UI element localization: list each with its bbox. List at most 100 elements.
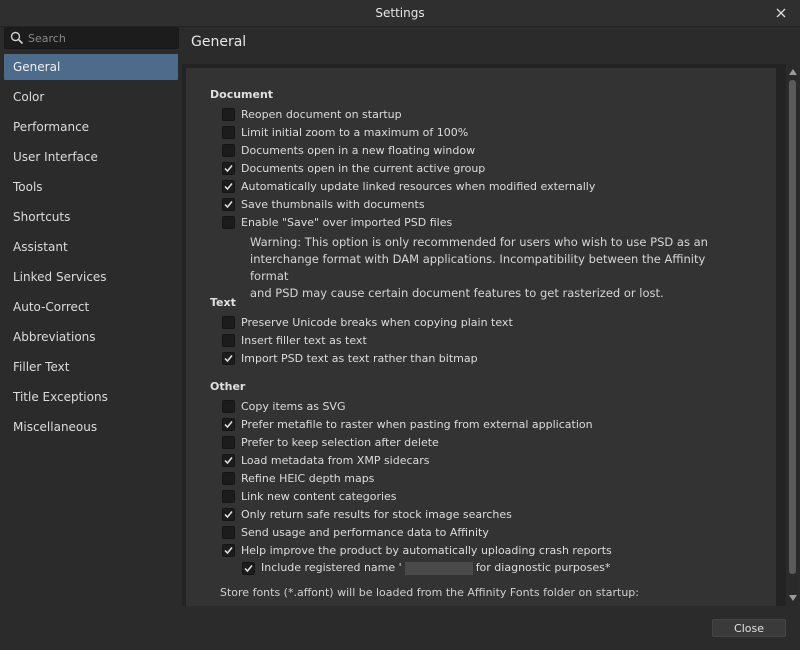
search-input[interactable] [28, 31, 168, 45]
option-filler-as-text[interactable]: Insert filler text as text [222, 332, 367, 348]
checkmark-icon [224, 546, 233, 554]
scroll-down-icon[interactable] [788, 593, 797, 602]
title-bar: Settings [0, 0, 800, 27]
sidebar-item-linked-services[interactable]: Linked Services [4, 264, 178, 290]
section-heading-other: Other [210, 380, 246, 393]
warning-line: interchange format with DAM applications… [250, 252, 706, 283]
option-enable-save-psd[interactable]: Enable "Save" over imported PSD files [222, 214, 452, 230]
checkmark-icon [224, 456, 233, 464]
section-heading-document: Document [210, 88, 274, 101]
psd-warning: Warning: This option is only recommended… [250, 234, 730, 302]
option-label: Documents open in a new floating window [241, 143, 476, 157]
option-preserve-unicode[interactable]: Preserve Unicode breaks when copying pla… [222, 314, 513, 330]
sidebar-item-assistant[interactable]: Assistant [4, 234, 178, 260]
option-label: Save thumbnails with documents [241, 197, 425, 211]
fonts-note: Store fonts (*.affont) will be loaded fr… [220, 586, 639, 599]
option-label: Send usage and performance data to Affin… [241, 525, 489, 539]
option-label: Limit initial zoom to a maximum of 100% [241, 125, 469, 139]
sidebar-item-performance[interactable]: Performance [4, 114, 178, 140]
option-include-registered-name[interactable]: Include registered name ' for diagnostic … [242, 560, 610, 576]
checkbox[interactable] [242, 561, 255, 575]
search-icon [10, 31, 24, 45]
redacted-name [404, 561, 473, 575]
option-label: Documents open in the current active gro… [241, 161, 486, 175]
checkbox[interactable] [222, 215, 235, 229]
option-label: Reopen document on startup [241, 107, 402, 121]
scroll-up-icon[interactable] [788, 67, 797, 76]
option-floating-window[interactable]: Documents open in a new floating window [222, 142, 475, 158]
checkmark-icon [224, 182, 233, 190]
option-label: Prefer metafile to raster when pasting f… [241, 417, 593, 431]
option-label: Enable "Save" over imported PSD files [241, 215, 453, 229]
sub-option-label-start: Include registered name ' [261, 561, 402, 575]
option-limit-zoom[interactable]: Limit initial zoom to a maximum of 100% [222, 124, 468, 140]
checkmark-icon [244, 564, 253, 572]
close-button[interactable]: Close [712, 619, 786, 637]
option-usage-data[interactable]: Send usage and performance data to Affin… [222, 524, 489, 540]
checkbox[interactable] [222, 143, 235, 157]
scrollbar-thumb[interactable] [789, 80, 796, 574]
close-icon[interactable] [772, 4, 790, 22]
checkbox[interactable] [222, 333, 235, 347]
option-label: Refine HEIC depth maps [241, 471, 375, 485]
option-label: Include registered name ' for diagnostic … [261, 561, 610, 575]
sidebar-item-title-exceptions[interactable]: Title Exceptions [4, 384, 178, 410]
sidebar-item-shortcuts[interactable]: Shortcuts [4, 204, 178, 230]
sidebar-item-user-interface[interactable]: User Interface [4, 144, 178, 170]
warning-line: Warning: This option is only recommended… [250, 235, 708, 249]
sidebar-item-auto-correct[interactable]: Auto-Correct [4, 294, 178, 320]
checkmark-icon [224, 420, 233, 428]
sidebar-nav: General Color Performance User Interface… [4, 54, 178, 444]
option-update-linked[interactable]: Automatically update linked resources wh… [222, 178, 595, 194]
sidebar-item-filler-text[interactable]: Filler Text [4, 354, 178, 380]
checkmark-icon [224, 510, 233, 518]
sidebar-item-general[interactable]: General [4, 54, 178, 80]
search-box[interactable] [4, 27, 179, 49]
checkbox[interactable] [222, 471, 235, 485]
checkbox[interactable] [222, 543, 235, 557]
option-link-categories[interactable]: Link new content categories [222, 488, 397, 504]
checkbox[interactable] [222, 351, 235, 365]
checkbox[interactable] [222, 435, 235, 449]
option-save-thumbnails[interactable]: Save thumbnails with documents [222, 196, 425, 212]
sidebar-item-color[interactable]: Color [4, 84, 178, 110]
checkbox[interactable] [222, 197, 235, 211]
warning-line: and PSD may cause certain document featu… [250, 286, 664, 300]
option-safe-stock[interactable]: Only return safe results for stock image… [222, 506, 512, 522]
checkmark-icon [224, 164, 233, 172]
option-heic-depth[interactable]: Refine HEIC depth maps [222, 470, 374, 486]
option-label: Load metadata from XMP sidecars [241, 453, 430, 467]
option-prefer-metafile[interactable]: Prefer metafile to raster when pasting f… [222, 416, 593, 432]
checkbox[interactable] [222, 161, 235, 175]
checkbox[interactable] [222, 399, 235, 413]
section-heading-text: Text [210, 296, 236, 309]
option-active-group[interactable]: Documents open in the current active gro… [222, 160, 485, 176]
sidebar-item-tools[interactable]: Tools [4, 174, 178, 200]
option-label: Prefer to keep selection after delete [241, 435, 439, 449]
checkbox[interactable] [222, 125, 235, 139]
checkbox[interactable] [222, 107, 235, 121]
checkbox[interactable] [222, 453, 235, 467]
option-copy-svg[interactable]: Copy items as SVG [222, 398, 345, 414]
checkbox[interactable] [222, 315, 235, 329]
scrollbar[interactable] [787, 64, 798, 606]
sub-option-label-end: for diagnostic purposes* [475, 561, 611, 575]
option-label: Insert filler text as text [241, 333, 367, 347]
option-keep-selection[interactable]: Prefer to keep selection after delete [222, 434, 439, 450]
option-reopen-document[interactable]: Reopen document on startup [222, 106, 402, 122]
sidebar-item-miscellaneous[interactable]: Miscellaneous [4, 414, 178, 440]
checkbox[interactable] [222, 179, 235, 193]
option-label: Link new content categories [241, 489, 397, 503]
checkbox[interactable] [222, 507, 235, 521]
sidebar-item-abbreviations[interactable]: Abbreviations [4, 324, 178, 350]
settings-panel: Document Reopen document on startup Limi… [186, 68, 776, 606]
option-import-psd-text[interactable]: Import PSD text as text rather than bitm… [222, 350, 478, 366]
checkbox[interactable] [222, 525, 235, 539]
checkbox[interactable] [222, 417, 235, 431]
checkbox[interactable] [222, 489, 235, 503]
option-xmp-sidecars[interactable]: Load metadata from XMP sidecars [222, 452, 430, 468]
option-label: Import PSD text as text rather than bitm… [241, 351, 478, 365]
checkmark-icon [224, 354, 233, 362]
option-crash-reports[interactable]: Help improve the product by automaticall… [222, 542, 612, 558]
window-title: Settings [375, 6, 425, 20]
